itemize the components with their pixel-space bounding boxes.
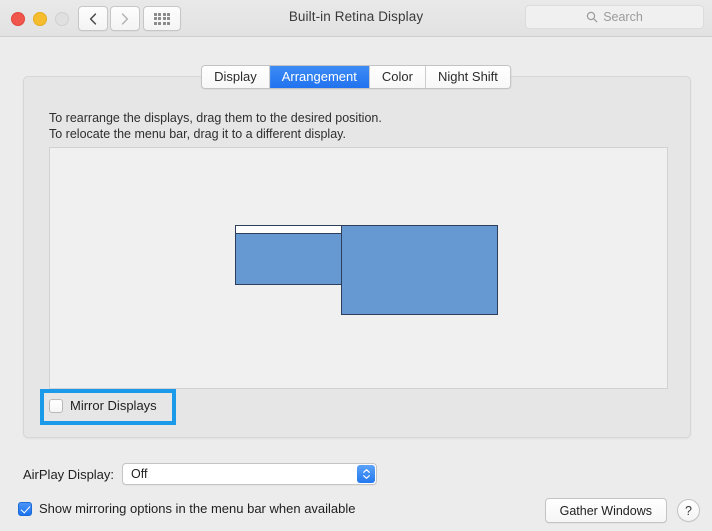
bottom-right-buttons: Gather Windows ? [544,498,700,523]
search-placeholder: Search [603,10,643,24]
help-button[interactable]: ? [677,499,700,522]
search-icon [586,11,598,23]
instruction-line-2: To relocate the menu bar, drag it to a d… [49,126,346,141]
chevron-up-icon [362,469,370,473]
instruction-line-1: To rearrange the displays, drag them to … [49,111,382,125]
airplay-display-value: Off [131,467,148,481]
mirror-displays-checkbox[interactable] [49,398,63,413]
airplay-display-label: AirPlay Display: [23,466,115,482]
tab-arrangement[interactable]: Arrangement [269,66,370,88]
airplay-display-popup[interactable]: Off [122,463,378,485]
preference-tabs: Display Arrangement Color Night Shift [201,65,511,89]
airplay-display-row: AirPlay Display: Off [23,463,378,485]
show-mirroring-options-checkbox[interactable] [18,501,32,516]
popup-stepper-arrows[interactable] [357,465,376,483]
system-preferences-window: Built-in Retina Display Search Display A… [0,0,712,531]
main-display-thumbnail[interactable] [341,225,498,315]
tab-night-shift[interactable]: Night Shift [425,66,510,88]
chevron-down-icon [362,475,370,479]
search-field[interactable]: Search [525,5,704,29]
mirror-displays-label: Mirror Displays [70,398,157,413]
tab-display[interactable]: Display [202,66,270,88]
tab-color[interactable]: Color [369,66,426,88]
show-mirroring-options-label: Show mirroring options in the menu bar w… [39,501,356,516]
mirror-displays-row[interactable]: Mirror Displays [49,398,157,413]
display-arrangement-canvas[interactable] [49,147,668,389]
gather-windows-button[interactable]: Gather Windows [544,498,667,523]
show-mirroring-options-row[interactable]: Show mirroring options in the menu bar w… [18,501,356,516]
secondary-display-thumbnail[interactable] [235,225,342,285]
menu-bar-strip[interactable] [236,226,341,234]
instructions-text: To rearrange the displays, drag them to … [49,111,382,142]
arrangement-panel: To rearrange the displays, drag them to … [23,76,691,438]
window-titlebar: Built-in Retina Display Search [0,0,712,37]
